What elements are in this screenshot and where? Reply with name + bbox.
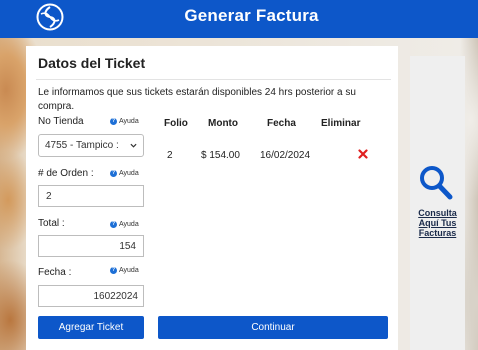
order-label: # de Orden : [38, 168, 94, 179]
column-header-monto: Monto [208, 118, 238, 129]
column-header-folio: Folio [164, 118, 188, 129]
search-icon[interactable] [418, 164, 454, 202]
header-bar: Generar Factura [0, 0, 478, 38]
column-header-fecha: Fecha [267, 118, 296, 129]
delete-x-icon[interactable] [358, 149, 368, 159]
store-label: No Tienda [38, 116, 84, 127]
page-title: Generar Factura [184, 6, 319, 25]
total-help[interactable]: ? Ayuda [110, 221, 139, 228]
total-label: Total : [38, 218, 65, 229]
card-title: Datos del Ticket [38, 55, 146, 71]
total-value: 154 [119, 241, 136, 252]
date-help[interactable]: ? Ayuda [110, 267, 139, 274]
total-input[interactable]: 154 [38, 235, 144, 257]
order-value: 2 [46, 191, 52, 202]
help-label: Ayuda [119, 267, 139, 274]
store-select[interactable]: 4755 - Tampico : [38, 134, 144, 157]
link-line-2: Aquí Tus [418, 218, 457, 228]
chevron-down-icon [130, 143, 137, 148]
continue-button[interactable]: Continuar [158, 316, 388, 339]
date-label: Fecha : [38, 267, 72, 278]
add-ticket-button[interactable]: Agregar Ticket [38, 316, 144, 339]
column-header-eliminar: Eliminar [321, 118, 361, 129]
ticket-card: Datos del Ticket Le informamos que sus t… [26, 46, 398, 350]
help-icon: ? [110, 221, 117, 228]
link-line-3: Facturas [418, 228, 457, 238]
side-panel: Consulta Aquí Tus Facturas [410, 56, 465, 350]
help-label: Ayuda [119, 118, 139, 125]
consult-invoices-link[interactable]: Consulta Aquí Tus Facturas [410, 208, 465, 238]
info-message: Le informamos que sus tickets estarán di… [38, 87, 356, 112]
help-icon: ? [110, 118, 117, 125]
order-help[interactable]: ? Ayuda [110, 170, 139, 177]
row-fecha: 16/02/2024 [260, 150, 311, 161]
date-value: 16022024 [93, 291, 139, 302]
store-help[interactable]: ? Ayuda [110, 118, 139, 125]
divider [36, 79, 391, 80]
date-input[interactable]: 16022024 [38, 285, 144, 307]
row-monto: $ 154.00 [201, 150, 240, 161]
order-input[interactable]: 2 [38, 185, 144, 207]
link-line-1: Consulta [418, 208, 457, 218]
store-select-value: 4755 - Tampico : [45, 140, 119, 151]
help-label: Ayuda [119, 221, 139, 228]
help-label: Ayuda [119, 170, 139, 177]
help-icon: ? [110, 267, 117, 274]
row-folio: 2 [167, 150, 173, 161]
help-icon: ? [110, 170, 117, 177]
